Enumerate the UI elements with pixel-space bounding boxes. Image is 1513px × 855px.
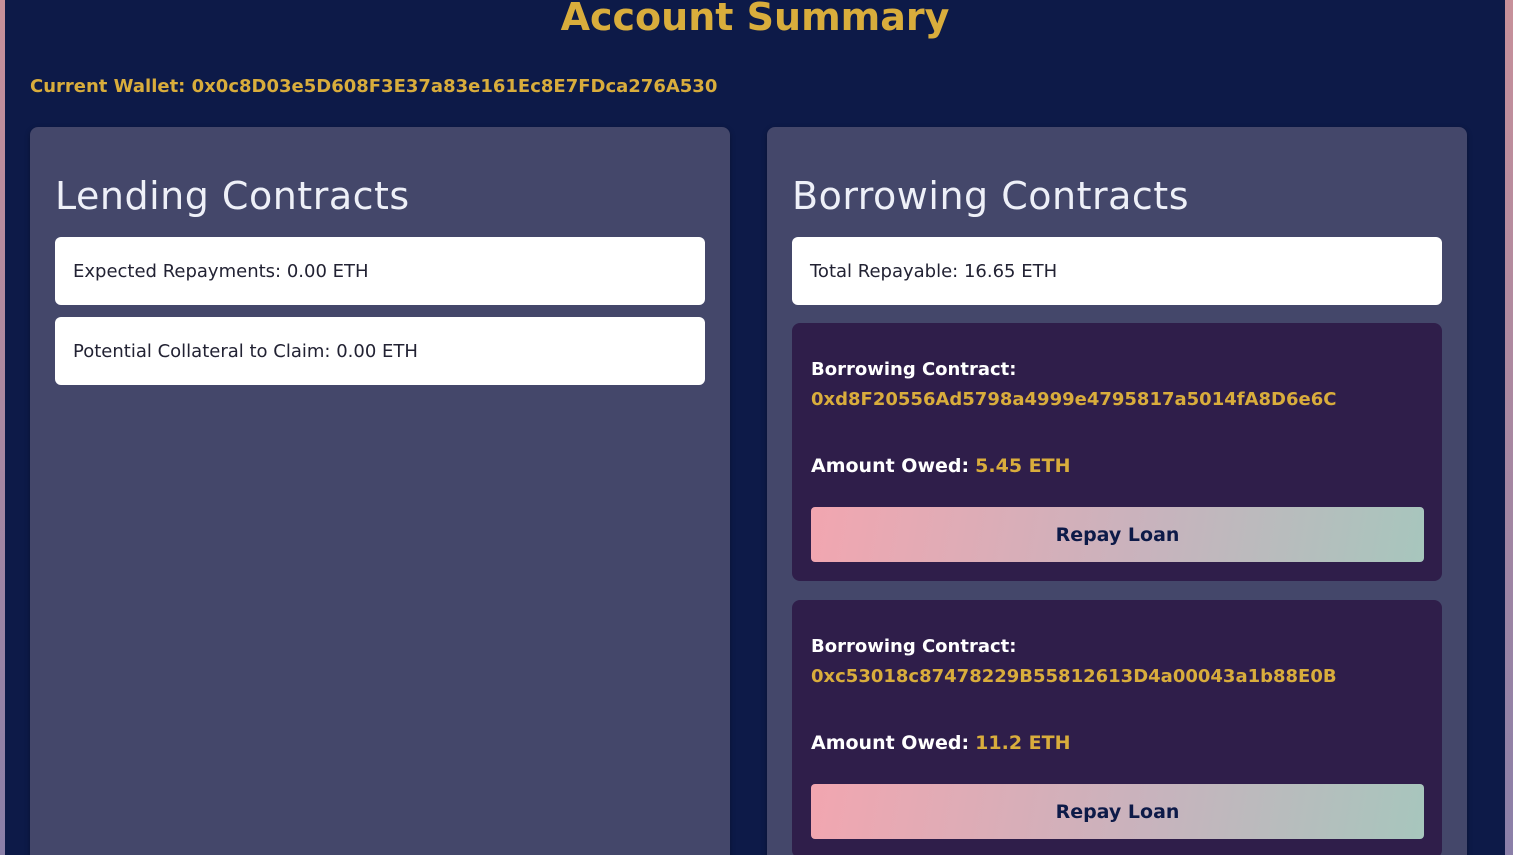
lending-contracts-panel: Lending Contracts Expected Repayments: 0… (30, 127, 730, 855)
borrowing-contract-address: 0xc53018c87478229B55812613D4a00043a1b88E… (811, 666, 1337, 687)
amount-owed: Amount Owed: 11.2 ETH (811, 732, 1071, 754)
wallet-address: 0x0c8D03e5D608F3E37a83e161Ec8E7FDca276A5… (191, 76, 718, 97)
potential-collateral-card: Potential Collateral to Claim: 0.00 ETH (55, 317, 705, 385)
lending-contracts-heading: Lending Contracts (55, 174, 410, 218)
expected-repayments-card: Expected Repayments: 0.00 ETH (55, 237, 705, 305)
amount-owed-label: Amount Owed: (811, 455, 970, 477)
borrowing-contracts-heading: Borrowing Contracts (792, 174, 1189, 218)
repay-loan-button[interactable]: Repay Loan (811, 507, 1424, 562)
page-title: Account Summary (560, 0, 950, 39)
repay-loan-button[interactable]: Repay Loan (811, 784, 1424, 839)
expected-repayments-text: Expected Repayments: 0.00 ETH (73, 260, 369, 282)
borrowing-contract-address: 0xd8F20556Ad5798a4999e4795817a5014fA8D6e… (811, 389, 1337, 410)
app-window: Account Summary Current Wallet: 0x0c8D03… (5, 0, 1505, 855)
current-wallet: Current Wallet: 0x0c8D03e5D608F3E37a83e1… (30, 76, 717, 97)
borrowing-contract-title: Borrowing Contract: (811, 359, 1017, 380)
potential-collateral-text: Potential Collateral to Claim: 0.00 ETH (73, 340, 418, 362)
amount-owed: Amount Owed: 5.45 ETH (811, 455, 1071, 477)
total-repayable-text: Total Repayable: 16.65 ETH (810, 260, 1058, 282)
amount-owed-label: Amount Owed: (811, 732, 970, 754)
amount-owed-value: 11.2 ETH (975, 732, 1071, 754)
borrowing-contracts-panel: Borrowing Contracts Total Repayable: 16.… (767, 127, 1467, 855)
borrowing-contract-card: Borrowing Contract: 0xc53018c87478229B55… (792, 600, 1442, 855)
amount-owed-value: 5.45 ETH (975, 455, 1071, 477)
wallet-label: Current Wallet: (30, 76, 186, 97)
borrowing-contract-card: Borrowing Contract: 0xd8F20556Ad5798a499… (792, 323, 1442, 581)
total-repayable-card: Total Repayable: 16.65 ETH (792, 237, 1442, 305)
borrowing-contract-title: Borrowing Contract: (811, 636, 1017, 657)
